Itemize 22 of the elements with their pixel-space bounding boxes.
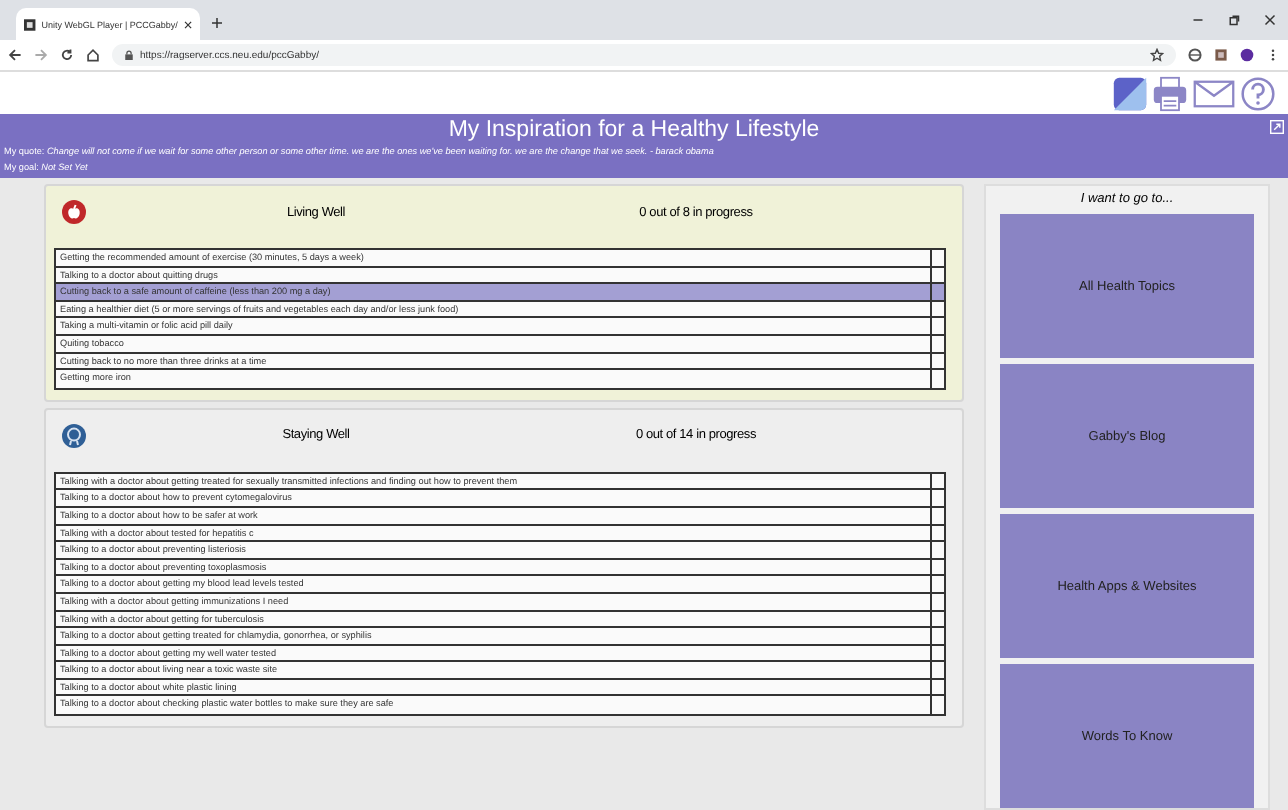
restore-icon[interactable] <box>1228 14 1240 26</box>
lock-icon <box>124 50 134 60</box>
mail-icon[interactable] <box>1192 79 1236 107</box>
minimize-icon[interactable] <box>1192 14 1204 26</box>
close-icon[interactable] <box>183 19 192 29</box>
new-tab-icon[interactable] <box>212 18 222 28</box>
reload-icon[interactable] <box>60 48 74 62</box>
edit-icon[interactable] <box>1112 75 1148 111</box>
help-icon[interactable] <box>1240 75 1276 111</box>
apple-icon <box>62 200 86 224</box>
page-title: My Inspiration for a Healthy Lifestyle <box>446 118 822 144</box>
extension-icon[interactable] <box>1188 48 1202 62</box>
expand-icon[interactable] <box>1270 120 1284 134</box>
home-icon[interactable] <box>86 48 100 62</box>
close-icon[interactable] <box>1264 14 1276 26</box>
extension-icon[interactable] <box>1214 48 1228 62</box>
star-icon[interactable] <box>1150 48 1164 62</box>
back-icon[interactable] <box>8 48 22 62</box>
menu-icon[interactable] <box>1266 48 1280 62</box>
print-icon[interactable] <box>1152 75 1188 111</box>
profile-avatar-icon[interactable] <box>1240 48 1254 62</box>
favicon-icon <box>24 17 36 31</box>
